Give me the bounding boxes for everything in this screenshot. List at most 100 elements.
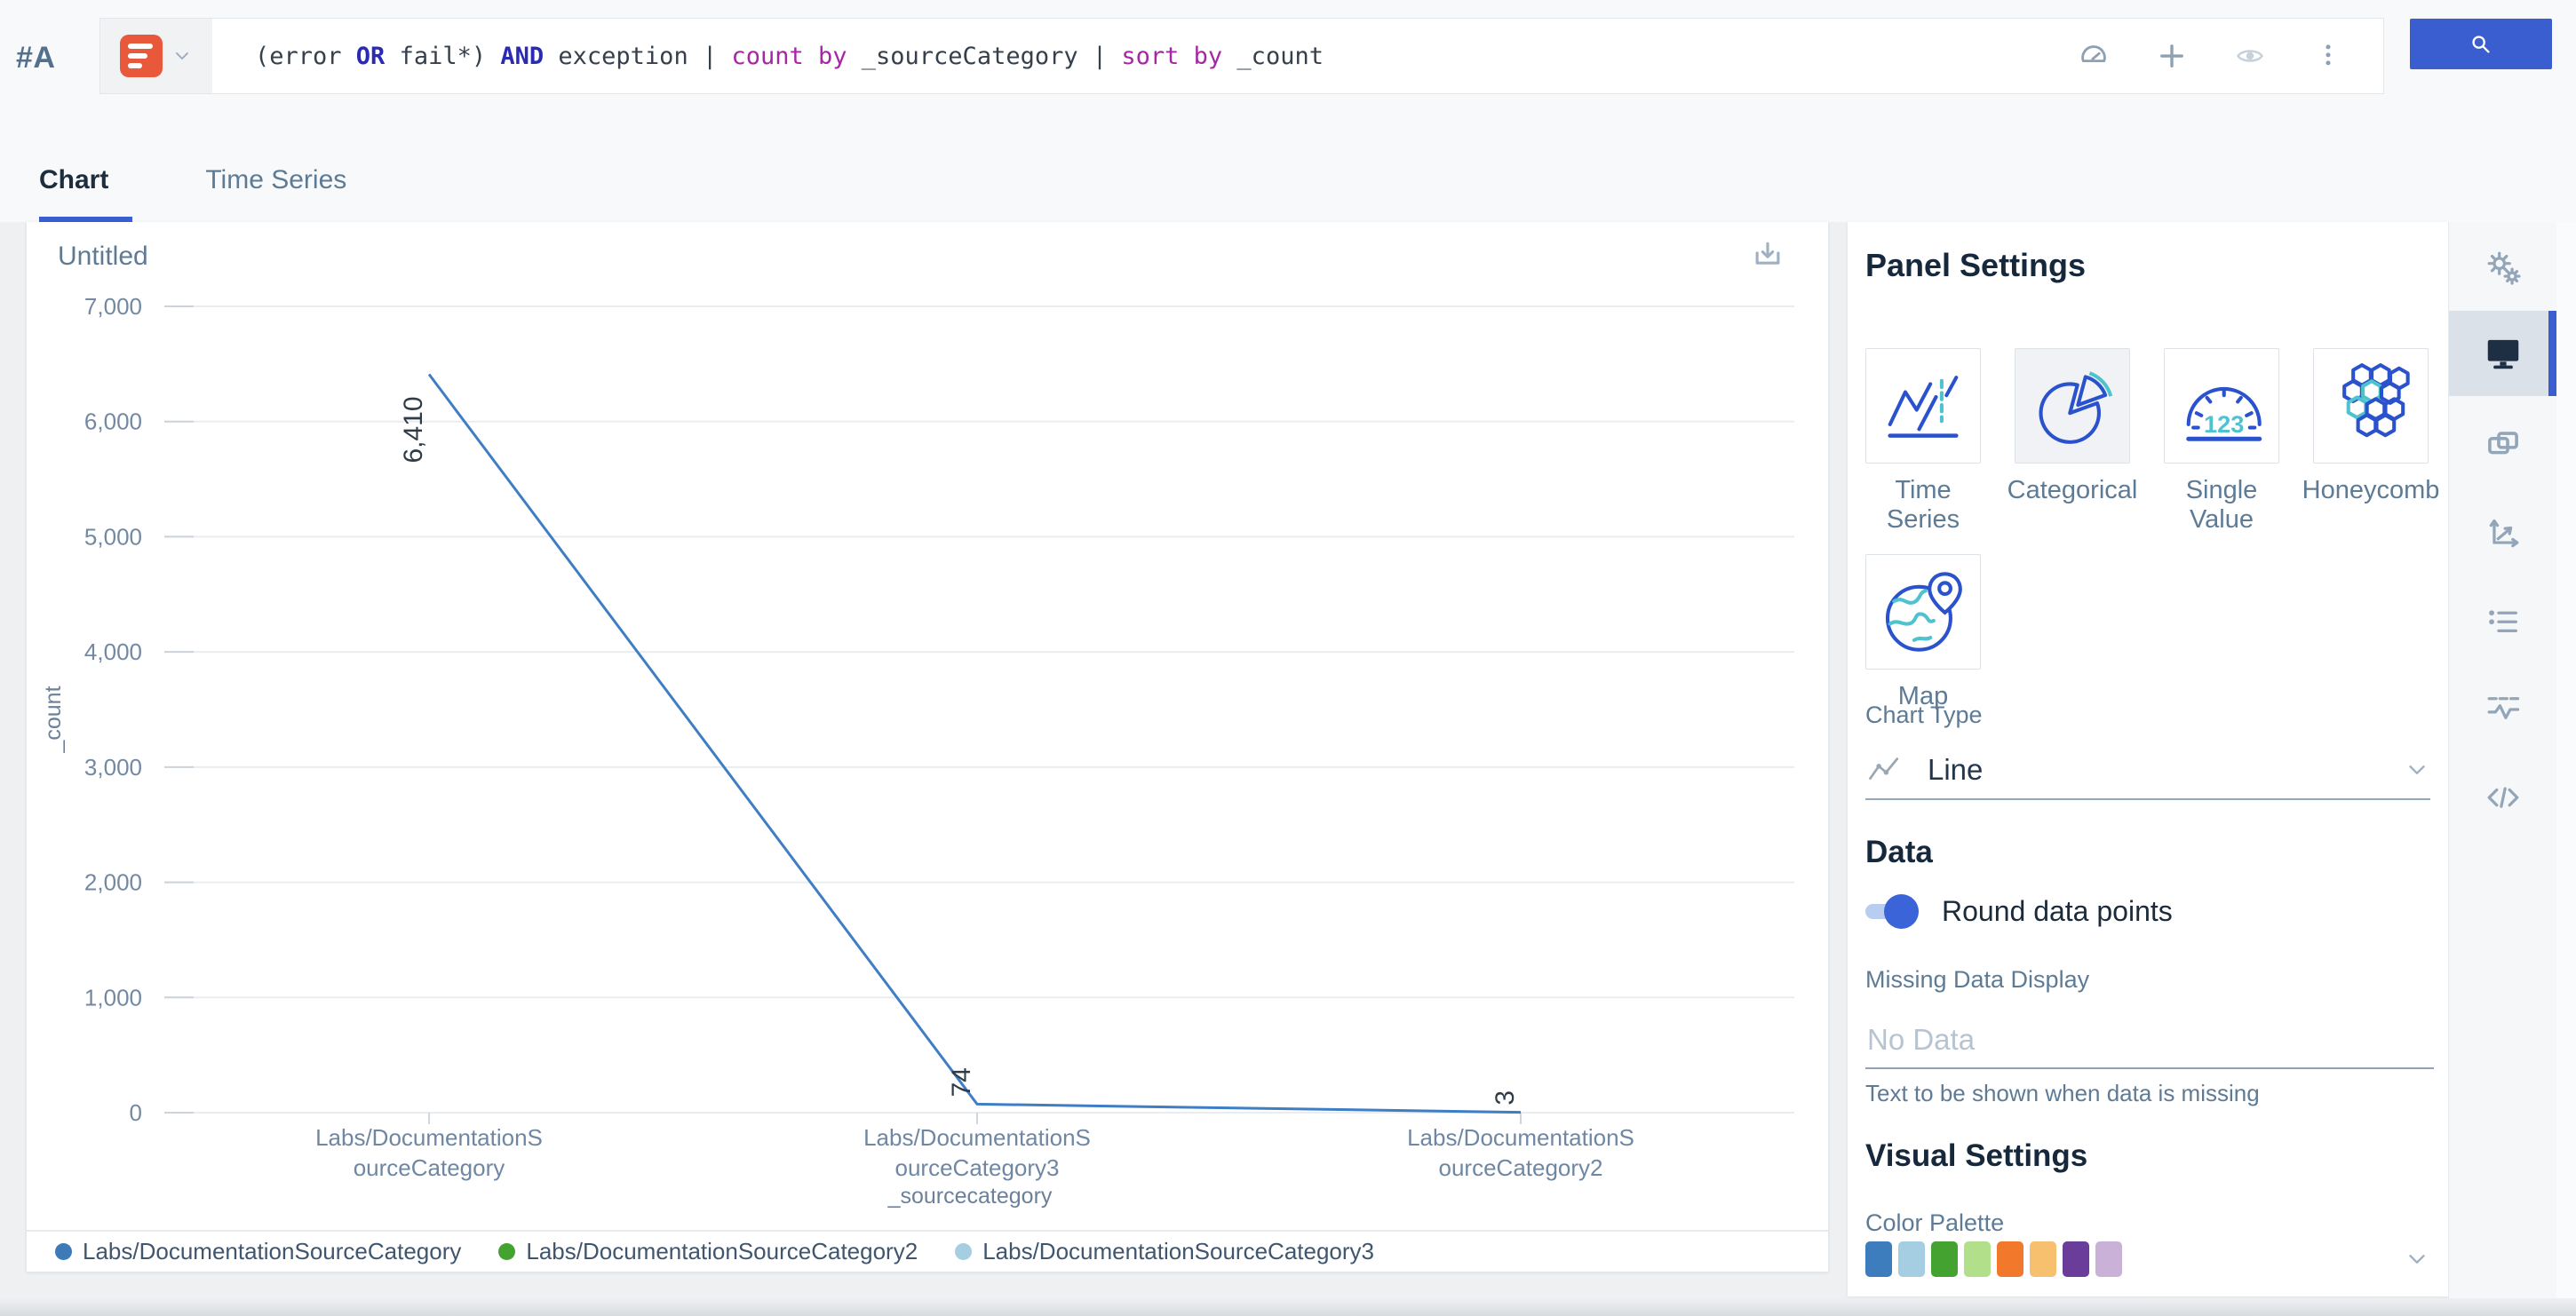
log-source-selector[interactable] — [100, 19, 212, 93]
log-source-icon — [120, 35, 163, 77]
query-segment: | — [1092, 42, 1122, 70]
timeseries-card-icon — [1879, 361, 1968, 450]
color-palette-label: Color Palette — [1865, 1209, 2005, 1236]
result-tabs: Chart Time Series — [0, 115, 2576, 222]
palette-swatch — [1898, 1241, 1925, 1277]
toggle-switch[interactable] — [1865, 894, 1919, 929]
palette-swatch — [1865, 1241, 1892, 1277]
chart-legend: Labs/DocumentationSourceCategory Labs/Doc… — [27, 1230, 1828, 1272]
display-type-card: 123 — [2164, 348, 2279, 464]
palette-swatch — [2030, 1241, 2056, 1277]
svg-text:123: 123 — [2204, 410, 2245, 438]
display-type-categorical[interactable]: Categorical — [2008, 348, 2137, 535]
y-tick-label: 1,000 — [84, 984, 142, 1011]
code-icon[interactable] — [2449, 757, 2557, 843]
axes-icon — [2483, 513, 2524, 554]
y-tick-label: 2,000 — [84, 869, 142, 896]
visual-settings-heading: Visual Settings — [1865, 1138, 2088, 1173]
display-type-map[interactable]: Map — [1865, 554, 1981, 711]
axes-icon[interactable] — [2449, 491, 2557, 576]
display-type-card — [1865, 348, 1981, 464]
query-segment: count by — [731, 42, 847, 70]
legend-label: Labs/DocumentationSourceCategory — [83, 1238, 462, 1264]
query-segment: _count — [1222, 42, 1324, 70]
display-type-card — [2015, 348, 2130, 464]
x-category-label: Labs/DocumentationS ourceCategory — [315, 1124, 543, 1181]
eye-icon[interactable] — [2234, 40, 2266, 72]
monitor-icon — [2483, 333, 2524, 374]
y-tick-label: 4,000 — [84, 638, 142, 665]
query-segment: AND — [500, 42, 545, 70]
x-axis-title: _sourcecategory — [887, 1184, 1053, 1209]
monitor-icon[interactable] — [2449, 311, 2557, 396]
y-tick-label: 5,000 — [84, 523, 142, 550]
chevron-down-icon — [171, 45, 193, 67]
query-input[interactable]: (error OR fail*) AND exception | count b… — [99, 18, 2384, 94]
query-text[interactable]: (error OR fail*) AND exception | count b… — [212, 43, 2078, 70]
legend-item[interactable]: Labs/DocumentationSourceCategory2 — [498, 1238, 918, 1265]
layers-icon[interactable] — [2449, 402, 2557, 488]
categorical-card-icon — [2028, 361, 2117, 450]
plus-icon[interactable] — [2156, 40, 2188, 72]
tab-time-series[interactable]: Time Series — [205, 115, 370, 222]
palette-swatch — [1997, 1241, 2023, 1277]
code-icon — [2483, 780, 2524, 821]
query-segment: _sourceCategory — [847, 42, 1093, 70]
gears-icon[interactable] — [2449, 225, 2557, 310]
chevron-down-icon — [2404, 1246, 2430, 1272]
y-tick-label: 3,000 — [84, 754, 142, 781]
palette-swatches — [1865, 1241, 2404, 1277]
display-type-label: Categorical — [2007, 476, 2138, 504]
query-segment: fail*) — [385, 42, 501, 70]
missing-data-label: Missing Data Display — [1865, 966, 2090, 993]
search-icon — [2468, 31, 2494, 58]
data-section-heading: Data — [1865, 835, 1933, 869]
singlevalue-card-icon: 123 — [2177, 361, 2266, 450]
palette-swatch — [1931, 1241, 1958, 1277]
chart-type-value: Line — [1928, 753, 1984, 786]
display-type-honeycomb[interactable]: Honeycomb — [2302, 348, 2439, 535]
legend-label: Labs/DocumentationSourceCategory2 — [526, 1238, 918, 1264]
x-category-label: Labs/DocumentationS ourceCategory3 — [863, 1124, 1091, 1181]
y-tick-label: 0 — [130, 1099, 142, 1126]
display-type-label: Single Value — [2185, 476, 2258, 534]
map-card-icon — [1879, 567, 1968, 656]
chart-type-select[interactable]: Line — [1865, 741, 2430, 800]
x-category-label: Labs/DocumentationS ourceCategory2 — [1407, 1124, 1634, 1181]
color-palette-select[interactable] — [1865, 1241, 2430, 1277]
gears-icon — [2483, 247, 2524, 288]
missing-data-input[interactable] — [1865, 1012, 2434, 1069]
palette-swatch — [2063, 1241, 2089, 1277]
toolbar-gutter — [2556, 222, 2576, 1316]
palette-swatch — [2095, 1241, 2122, 1277]
round-data-points-toggle[interactable]: Round data points — [1865, 894, 2173, 929]
panel-settings-title: Panel Settings — [1865, 247, 2087, 283]
tab-chart[interactable]: Chart — [39, 115, 133, 222]
legend-item[interactable]: Labs/DocumentationSourceCategory — [55, 1238, 461, 1265]
display-type-card — [2313, 348, 2429, 464]
honeycomb-card-icon — [2326, 361, 2415, 450]
list-icon[interactable] — [2449, 580, 2557, 665]
display-type-time-series[interactable]: Time Series — [1865, 348, 1981, 535]
display-type-label: Time Series — [1886, 476, 1960, 534]
search-button[interactable] — [2410, 19, 2552, 69]
download-icon[interactable] — [1750, 238, 1785, 274]
list-icon — [2483, 602, 2524, 643]
waveform-icon[interactable] — [2449, 667, 2557, 752]
legend-item[interactable]: Labs/DocumentationSourceCategory3 — [955, 1238, 1374, 1265]
gauge-icon[interactable] — [2078, 40, 2110, 72]
right-toolbar — [2448, 222, 2557, 1316]
kebab-icon[interactable] — [2312, 40, 2344, 72]
query-segment: sort by — [1121, 42, 1223, 70]
panel-settings-sidebar: Panel Settings Time Series Categorical 123… — [1848, 222, 2448, 1296]
missing-data-hint: Text to be shown when data is missing — [1865, 1080, 2260, 1106]
legend-dot — [55, 1243, 72, 1260]
waveform-icon — [2483, 689, 2524, 730]
y-tick-label: 7,000 — [84, 293, 142, 320]
chart-title: Untitled — [58, 242, 148, 271]
display-type-single-value[interactable]: 123 Single Value — [2164, 348, 2279, 535]
chart-type-label: Chart Type — [1865, 702, 1983, 728]
data-line — [427, 373, 1522, 1114]
panel-letter-label: #A — [16, 40, 56, 75]
palette-swatch — [1964, 1241, 1991, 1277]
